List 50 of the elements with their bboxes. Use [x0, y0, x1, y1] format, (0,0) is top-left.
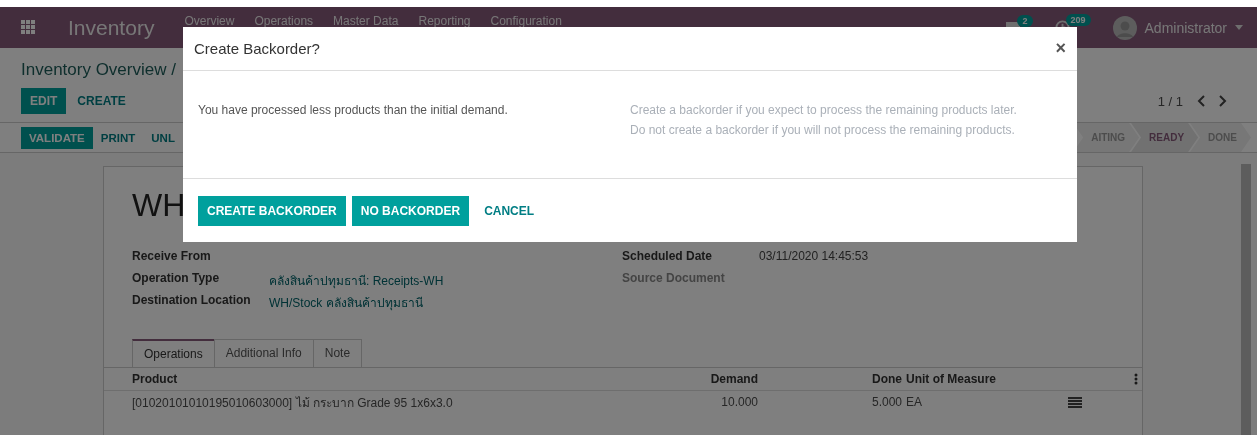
dialog-button[interactable]: NO BACKORDER	[351, 195, 470, 226]
kebab-icon[interactable]	[1134, 373, 1138, 385]
breadcrumb[interactable]: Inventory Overview /	[21, 60, 176, 80]
field-label: Source Document	[622, 271, 726, 287]
table-cell-text: [01020101010195010603000] ไม้ กระบาก Grade 95 1x6x3.0	[132, 394, 454, 412]
app-title[interactable]: Inventory	[68, 15, 155, 40]
menu-item[interactable]: Overview	[184, 13, 235, 28]
action-button[interactable]: CREATE	[68, 88, 135, 114]
table-cell-text: 5.000	[870, 395, 902, 409]
next-icon[interactable]	[1219, 95, 1227, 107]
user-menu[interactable]: Administrator	[1144, 19, 1227, 36]
field-value: 03/11/2020 14:45:53	[759, 249, 869, 265]
dialog-hint: Create a backorder if you expect to process the remaining products later.	[630, 103, 1017, 117]
dialog-button[interactable]: CREATE BACKORDER	[198, 195, 346, 226]
pager-counter: 1 / 1	[1157, 93, 1183, 109]
field-label: Destination Location	[132, 293, 252, 309]
caret-icon[interactable]	[1235, 25, 1243, 30]
previous-icon[interactable]	[1197, 95, 1205, 107]
dialog-message: You have processed less products than the initial demand.	[198, 103, 509, 119]
menu-item[interactable]: Reporting	[418, 13, 471, 28]
field-label: Receive From	[132, 249, 212, 265]
field-label: Scheduled Date	[622, 249, 714, 265]
record-title: WH	[132, 186, 186, 225]
table-cell-text: 10.000	[720, 395, 758, 409]
header-button[interactable]: VALIDATE	[21, 126, 93, 149]
scrollbar[interactable]	[1241, 164, 1251, 435]
field-value[interactable]: WH/Stock คลังสินค้าปทุมธานี	[269, 293, 423, 309]
header-button[interactable]: UNL	[143, 126, 183, 149]
field-value[interactable]: คลังสินค้าปทุมธานี: Receipts-WH	[269, 271, 444, 287]
column-header[interactable]: Done	[758, 372, 902, 386]
column-header[interactable]: Demand	[602, 372, 758, 386]
column-header[interactable]: Unit of Measure	[906, 372, 1072, 386]
dialog-button[interactable]: CANCEL	[475, 195, 544, 226]
header-button[interactable]: PRINT	[92, 126, 144, 149]
table-cell-text: EA	[906, 395, 923, 409]
list-icon[interactable]	[1068, 396, 1082, 408]
field-label: Operation Type	[132, 271, 221, 287]
tab[interactable]: Note	[312, 339, 363, 367]
dialog-hint: Do not create a backorder if you will not process the remaining products.	[630, 123, 1016, 137]
action-button[interactable]: EDIT	[21, 88, 67, 114]
dialog-title: Create Backorder?	[194, 40, 320, 57]
apps-grid-icon[interactable]	[21, 20, 36, 35]
menu-item[interactable]: Configuration	[490, 13, 562, 28]
menu-item[interactable]: Master Data	[333, 13, 399, 28]
message-count-badge: 2	[1017, 14, 1033, 27]
column-header[interactable]: Product	[132, 372, 602, 386]
menu-item[interactable]: Operations	[254, 13, 314, 28]
tab[interactable]: Operations	[132, 339, 215, 367]
close-button[interactable]: ×	[1055, 38, 1066, 59]
activity-count-badge: 209	[1065, 14, 1091, 26]
